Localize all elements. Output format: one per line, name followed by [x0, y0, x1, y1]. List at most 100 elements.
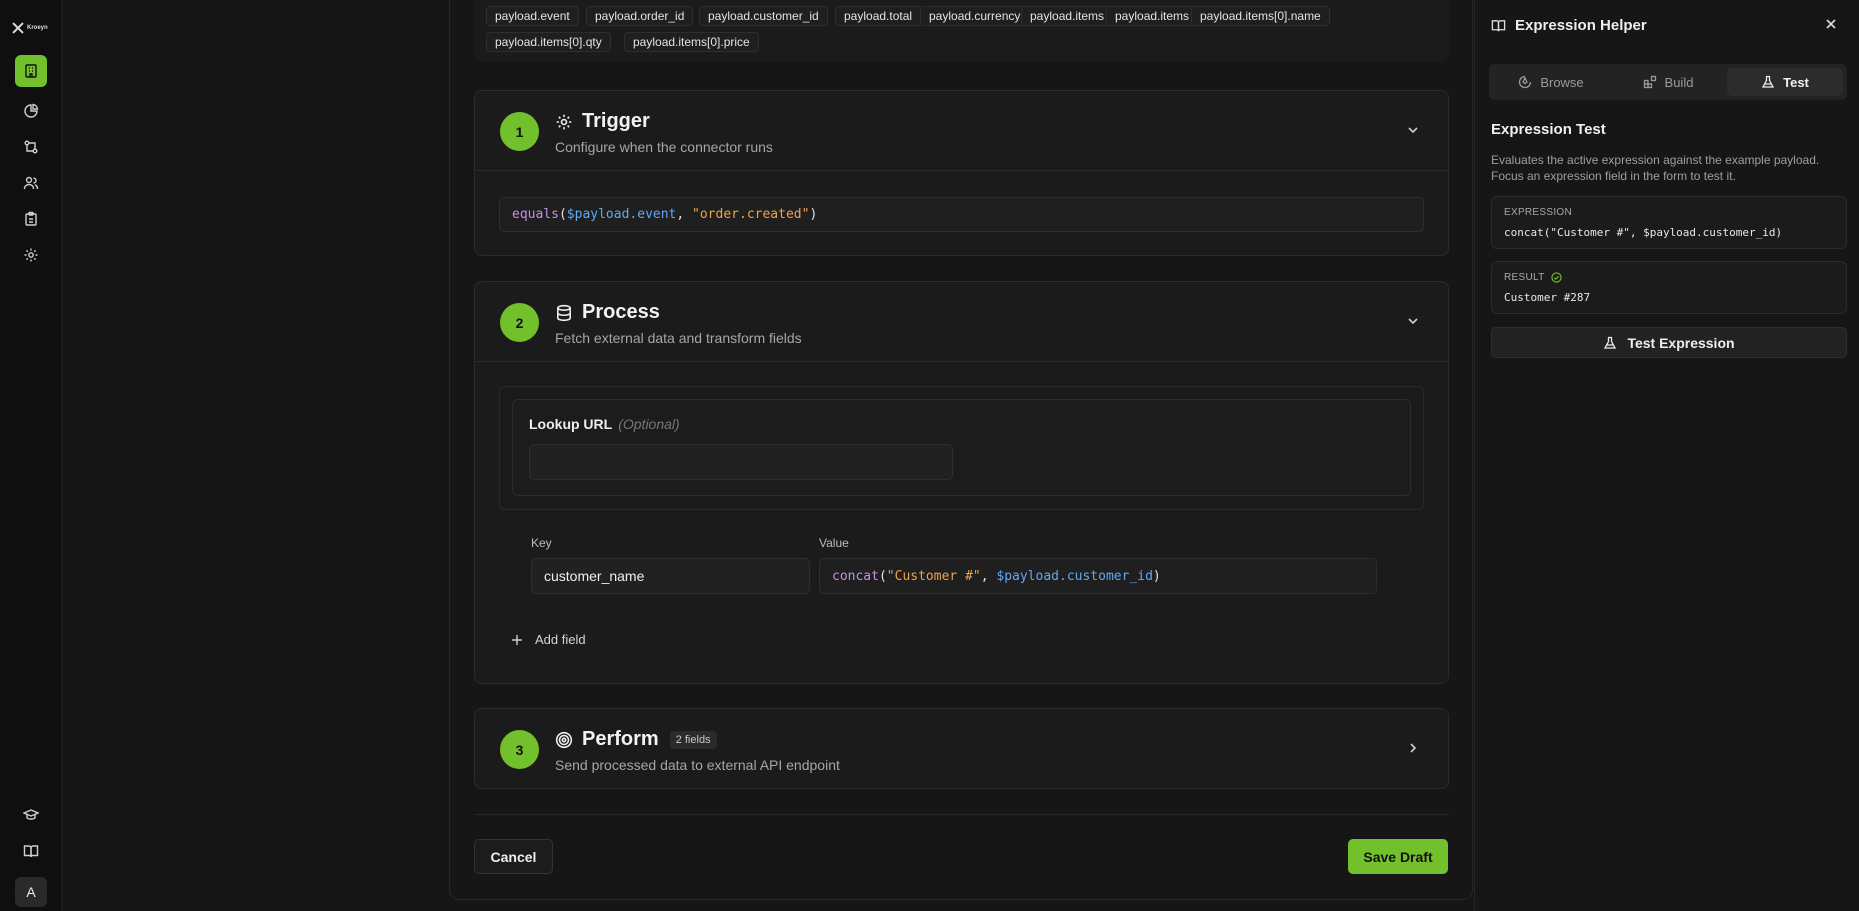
check-circle-icon: [1550, 272, 1562, 283]
cancel-button[interactable]: Cancel: [474, 839, 553, 874]
save-draft-button[interactable]: Save Draft: [1348, 839, 1448, 874]
expression-value: concat("Customer #", $payload.customer_i…: [1504, 226, 1783, 239]
close-icon[interactable]: [1825, 18, 1837, 30]
expr-punct: ): [1152, 568, 1161, 584]
app-logo[interactable]: Kroeyn: [12, 22, 48, 34]
footer-divider: [474, 814, 1449, 815]
expr-variable: $payload.customer_id: [996, 568, 1153, 584]
clipboard-icon: [25, 211, 37, 226]
tab-label: Build: [1664, 74, 1694, 90]
chevron-down-icon[interactable]: [1406, 123, 1420, 137]
left-rail: Kroeyn A: [0, 0, 62, 911]
expression-helper-panel: Expression Helper Browse Build Test Expr…: [1474, 0, 1859, 911]
test-expression-button[interactable]: Test Expression: [1491, 327, 1847, 358]
step-number: 3: [500, 730, 539, 769]
optional-hint: (Optional): [618, 416, 680, 432]
panel-title: Expression Helper: [1515, 17, 1647, 34]
logo-text: Kroeyn: [27, 25, 48, 31]
payload-chip[interactable]: payload.customer_id: [699, 6, 828, 26]
value-column-label: Value: [819, 536, 849, 550]
chevron-down-icon[interactable]: [1406, 314, 1420, 328]
users-icon: [23, 176, 39, 190]
tab-build[interactable]: Build: [1610, 68, 1726, 96]
target-icon: [555, 731, 573, 748]
expr-string: "Customer #": [886, 568, 981, 584]
expr-string: "order.created": [692, 207, 810, 222]
card-subtitle: Send processed data to external API endp…: [555, 757, 840, 773]
nav-tasks-button[interactable]: [15, 203, 47, 235]
section-heading: Expression Test: [1491, 121, 1606, 138]
building-icon: [25, 64, 37, 78]
payload-fields-box: payload.event payload.order_id payload.c…: [474, 0, 1449, 62]
payload-chip[interactable]: payload.total: [835, 6, 922, 26]
expr-variable: $payload.event: [566, 207, 677, 222]
add-field-label: Add field: [535, 632, 586, 647]
card-title: Process: [582, 301, 660, 323]
card-title: Trigger: [582, 110, 650, 132]
expr-punct: ,: [676, 207, 693, 222]
process-card-header[interactable]: 2 Process Fetch external data and transf…: [475, 282, 1448, 362]
perform-card[interactable]: 3 Perform 2 fields Send processed data t…: [474, 708, 1449, 789]
lookup-url-label: Lookup URL: [529, 416, 613, 432]
tab-browse[interactable]: Browse: [1493, 68, 1609, 96]
user-avatar[interactable]: A: [15, 877, 47, 907]
payload-chip[interactable]: payload.items[0].qty: [486, 32, 611, 52]
expr-punct: ,: [980, 568, 997, 584]
payload-chip[interactable]: payload.items[0].name: [1191, 6, 1330, 26]
trigger-expression-field[interactable]: equals($payload.event, "order.created"): [499, 197, 1424, 232]
gear-icon: [24, 248, 38, 262]
nav-workflows-button[interactable]: [15, 131, 47, 163]
card-subtitle: Configure when the connector runs: [555, 139, 773, 155]
payload-chip[interactable]: payload.items[0].price: [624, 32, 759, 52]
tab-test[interactable]: Test: [1727, 68, 1843, 96]
flask-icon: [1604, 336, 1617, 349]
blocks-icon: [1643, 75, 1656, 89]
payload-chip[interactable]: payload.order_id: [586, 6, 694, 26]
expr-punct: (: [558, 207, 567, 222]
lookup-section: Lookup URL (Optional): [499, 386, 1424, 510]
field-key-input[interactable]: customer_name: [531, 558, 810, 594]
chevron-right-icon[interactable]: [1406, 741, 1420, 755]
trigger-card-header[interactable]: 1 Trigger Configure when the connector r…: [475, 91, 1448, 171]
field-value-expression-input[interactable]: concat("Customer #", $payload.customer_i…: [819, 558, 1377, 594]
step-number: 2: [500, 303, 539, 342]
book-icon: [23, 845, 39, 858]
graduation-cap-icon: [23, 809, 39, 820]
trigger-card: 1 Trigger Configure when the connector r…: [474, 90, 1449, 256]
step-number: 1: [500, 112, 539, 151]
database-icon: [557, 304, 571, 321]
logo-mark-icon: [12, 22, 24, 34]
plus-icon: [512, 634, 522, 645]
test-button-label: Test Expression: [1627, 334, 1735, 351]
section-description: Evaluates the active expression against …: [1491, 153, 1820, 183]
book-open-icon: [1491, 20, 1506, 32]
tab-label: Test: [1783, 74, 1809, 90]
payload-chip[interactable]: payload.event: [486, 6, 579, 26]
payload-chip[interactable]: payload.items: [1106, 6, 1199, 26]
nav-users-button[interactable]: [15, 167, 47, 199]
add-field-button[interactable]: Add field: [511, 632, 586, 647]
payload-chip[interactable]: payload.currency: [920, 6, 1030, 26]
card-subtitle: Fetch external data and transform fields: [555, 330, 802, 346]
result-caption: RESULT: [1504, 272, 1545, 283]
lookup-url-input[interactable]: [529, 444, 953, 480]
flask-icon: [1762, 75, 1775, 88]
pie-chart-icon: [24, 103, 39, 118]
lookup-url-label-row: Lookup URL (Optional): [529, 416, 680, 434]
browse-icon: [1519, 75, 1532, 89]
payload-chip[interactable]: payload.items: [1021, 6, 1114, 26]
nav-learn-button[interactable]: [15, 799, 47, 831]
lookup-url-group: Lookup URL (Optional): [512, 399, 1411, 496]
result-value: Customer #287: [1504, 291, 1591, 304]
result-caption-row: RESULT: [1504, 272, 1562, 283]
panel-header: Expression Helper: [1491, 17, 1647, 34]
process-card: 2 Process Fetch external data and transf…: [474, 281, 1449, 684]
nav-analytics-button[interactable]: [15, 95, 47, 127]
helper-tabs: Browse Build Test: [1489, 64, 1847, 100]
expr-function: equals: [512, 207, 559, 222]
nav-settings-button[interactable]: [15, 239, 47, 271]
nav-docs-button[interactable]: [15, 835, 47, 867]
expr-punct: ): [809, 207, 818, 222]
expr-punct: (: [878, 568, 887, 584]
nav-building-button[interactable]: [15, 55, 47, 87]
